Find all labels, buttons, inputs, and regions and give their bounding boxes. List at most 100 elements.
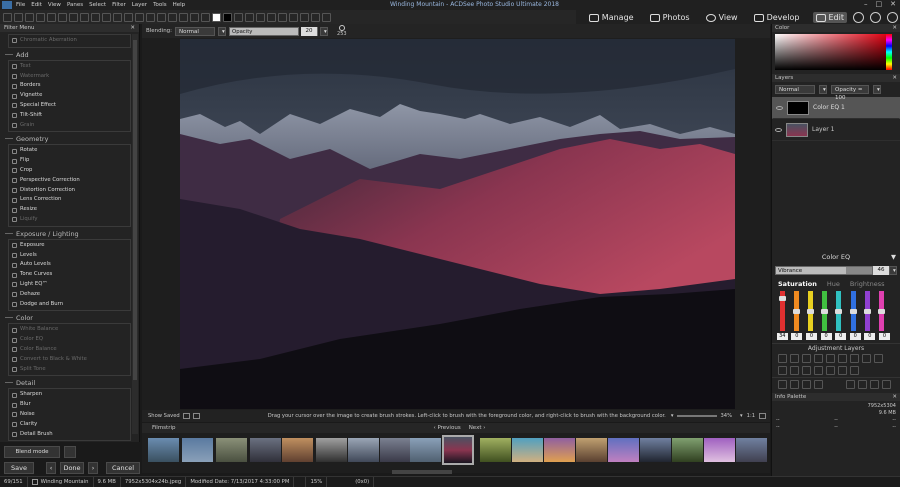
color-eq-channel-slider[interactable]: [863, 291, 871, 331]
filmstrip-thumb[interactable]: [348, 438, 379, 462]
filter-item[interactable]: Distortion Correction: [12, 186, 127, 196]
filter-item[interactable]: Borders: [12, 81, 127, 91]
vibrance-value[interactable]: 46: [873, 265, 889, 275]
layer-row[interactable]: Layer 1: [772, 119, 900, 141]
stop-tool-icon[interactable]: [322, 12, 331, 22]
filmstrip-thumb[interactable]: [216, 438, 247, 462]
filter-section-title[interactable]: Add: [0, 48, 139, 60]
adjust-exposure-icon[interactable]: [778, 354, 787, 363]
prev-arrow-button[interactable]: ‹: [46, 462, 56, 474]
foreground-color-swatch[interactable]: [212, 12, 221, 22]
blending-dropdown-icon[interactable]: ▾: [218, 26, 227, 36]
filmstrip-thumb[interactable]: [480, 438, 511, 462]
filter-item[interactable]: Perspective Correction: [12, 176, 127, 186]
histogram-icon[interactable]: [192, 413, 200, 419]
save-button[interactable]: Save: [4, 462, 34, 474]
filter-item[interactable]: Light EQ™: [12, 280, 127, 290]
filter-item[interactable]: Flip: [12, 156, 127, 166]
filmstrip-previous[interactable]: ‹ Previous: [433, 425, 460, 431]
filmstrip-scrollbar[interactable]: [392, 470, 452, 474]
mode-photos[interactable]: Photos: [647, 12, 693, 23]
filmstrip-thumb[interactable]: [282, 438, 313, 462]
history-tool-icon[interactable]: [256, 12, 265, 22]
menu-file[interactable]: File: [16, 2, 25, 8]
adjust-coloreq-icon[interactable]: [838, 354, 847, 363]
filmstrip-next[interactable]: Next ›: [469, 425, 486, 431]
filter-item[interactable]: Rotate: [12, 146, 127, 156]
play-tool-icon[interactable]: [311, 12, 320, 22]
filmstrip-thumb[interactable]: [544, 438, 575, 462]
filmstrip-thumb[interactable]: [736, 438, 767, 462]
pencil-tool-icon[interactable]: [146, 12, 155, 22]
filmstrip-thumb[interactable]: [640, 438, 671, 462]
next-arrow-button[interactable]: ›: [88, 462, 98, 474]
mode-manage[interactable]: Manage: [586, 12, 637, 23]
collapse-icon[interactable]: ▼: [891, 253, 896, 261]
filmstrip-thumb-selected[interactable]: [442, 435, 474, 465]
live-icon[interactable]: [853, 12, 864, 23]
color-eq-channel-slider[interactable]: [835, 291, 843, 331]
filter-item[interactable]: Vignette: [12, 91, 127, 101]
add-layer-icon[interactable]: [790, 380, 799, 389]
panel-close-icon[interactable]: ✕: [892, 394, 897, 400]
link-layer-icon[interactable]: [882, 380, 891, 389]
slider-knob[interactable]: [849, 308, 857, 314]
color-eq-channel-value[interactable]: 0: [805, 333, 817, 340]
filter-section-title[interactable]: Geometry: [0, 132, 139, 144]
adjust-balance-icon[interactable]: [850, 354, 859, 363]
adjust-tool-icon[interactable]: [245, 12, 254, 22]
panel-close-icon[interactable]: ✕: [892, 75, 897, 81]
filter-menu-scrollbar[interactable]: [132, 34, 138, 434]
layer-blend-select[interactable]: Normal: [775, 85, 815, 94]
filter-item[interactable]: Special Effect: [12, 101, 127, 111]
slider-knob[interactable]: [877, 308, 885, 314]
filmstrip-thumb[interactable]: [576, 438, 607, 462]
slider-knob[interactable]: [835, 308, 843, 314]
filter-item[interactable]: Dodge and Burn: [12, 300, 127, 310]
filter-item[interactable]: Auto Levels: [12, 260, 127, 270]
panel-close-icon[interactable]: ✕: [892, 25, 897, 31]
clone-tool-icon[interactable]: [69, 12, 78, 22]
menu-view[interactable]: View: [48, 2, 61, 8]
eye-icon[interactable]: [775, 127, 782, 132]
filmstrip-thumb[interactable]: [316, 438, 347, 462]
filter-item[interactable]: Color EQ: [12, 335, 127, 345]
line-tool-icon[interactable]: [201, 12, 210, 22]
filmstrip-thumb[interactable]: [672, 438, 703, 462]
grid-tool-icon[interactable]: [289, 12, 298, 22]
filmstrip-thumb[interactable]: [380, 438, 411, 462]
filter-item[interactable]: Detail Brush: [12, 430, 127, 440]
adjust-vignette-icon[interactable]: [790, 366, 799, 375]
eye-icon[interactable]: [776, 106, 783, 110]
reset-button[interactable]: [64, 446, 76, 458]
filmstrip-thumb[interactable]: [250, 438, 281, 462]
pen-tool-icon[interactable]: [190, 12, 199, 22]
eraser-tool-icon[interactable]: [58, 12, 67, 22]
heal-tool-icon[interactable]: [80, 12, 89, 22]
menu-select[interactable]: Select: [89, 2, 106, 8]
menu-help[interactable]: Help: [173, 2, 186, 8]
menu-panes[interactable]: Panes: [67, 2, 83, 8]
menu-layer[interactable]: Layer: [132, 2, 147, 8]
adjust-split-icon[interactable]: [874, 354, 883, 363]
opacity-value[interactable]: 20: [301, 26, 318, 36]
color-eq-channel-value[interactable]: 34: [776, 333, 788, 340]
color-eq-channel-value[interactable]: 0: [835, 333, 847, 340]
slider-knob[interactable]: [821, 308, 829, 314]
text-tool-icon[interactable]: [91, 12, 100, 22]
show-saved-label[interactable]: Show Saved: [148, 413, 180, 419]
filmstrip-thumb[interactable]: [608, 438, 639, 462]
filmstrip-thumb[interactable]: [512, 438, 543, 462]
opacity-slider[interactable]: Opacity: [229, 26, 300, 36]
vibrance-slider[interactable]: Vibrance: [775, 265, 873, 275]
filter-item[interactable]: Chromatic Aberration: [12, 36, 127, 46]
blending-select[interactable]: Normal: [175, 26, 216, 36]
ratio-button[interactable]: 1:1: [747, 413, 755, 419]
slider-knob[interactable]: [778, 296, 786, 302]
adjust-curves-icon[interactable]: [802, 354, 811, 363]
opacity-dropdown-icon[interactable]: ▾: [320, 26, 329, 36]
new-layer-icon[interactable]: [778, 380, 787, 389]
zoom-dropdown-icon[interactable]: ▾: [740, 413, 743, 419]
filter-section-title[interactable]: Exposure / Lighting: [0, 227, 139, 239]
filter-item[interactable]: Lens Correction: [12, 195, 127, 205]
